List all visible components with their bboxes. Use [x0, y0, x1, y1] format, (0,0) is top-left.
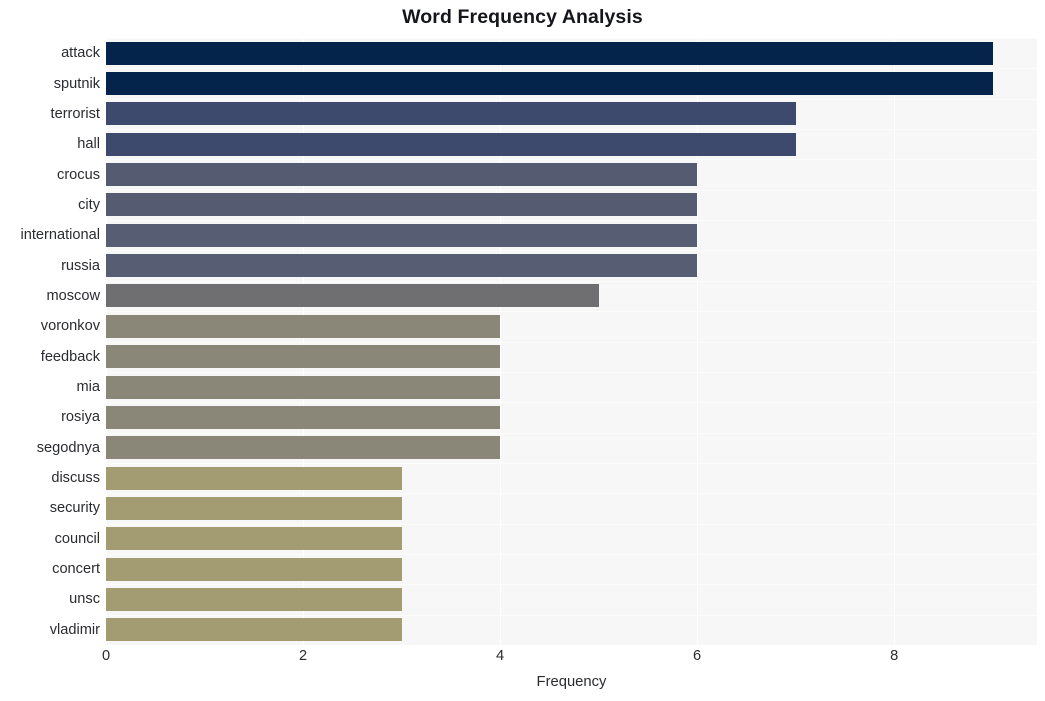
x-axis-tick-label: 0: [101, 648, 111, 664]
bar: [106, 527, 402, 551]
bar: [106, 466, 402, 490]
bar: [106, 405, 501, 429]
y-axis-tick-label: crocus: [57, 166, 100, 183]
y-axis-tick-label: feedback: [40, 348, 100, 365]
bar: [106, 345, 501, 369]
bar: [106, 557, 402, 581]
gridline-horizontal: [106, 68, 1037, 70]
y-axis-tick-labels: attack sputnik terrorist hall crocus city inte…: [0, 38, 100, 645]
gridline-horizontal: [106, 98, 1037, 100]
gridline-horizontal: [106, 220, 1037, 222]
gridline-horizontal: [106, 553, 1037, 555]
gridline-horizontal: [106, 189, 1037, 191]
gridline-horizontal: [106, 614, 1037, 616]
y-axis-tick-label: security: [49, 500, 100, 517]
bar: [106, 496, 402, 520]
bar: [106, 41, 993, 65]
y-axis-tick-label: hall: [77, 136, 100, 153]
bar: [106, 72, 993, 96]
page-title: Word Frequency Analysis: [402, 6, 643, 28]
bar: [106, 314, 501, 338]
gridline-horizontal: [106, 129, 1037, 131]
x-axis-tick-label: 6: [693, 648, 702, 664]
bar: [106, 254, 698, 278]
y-axis-tick-label: discuss: [51, 470, 100, 487]
y-axis-tick-label: russia: [61, 257, 100, 274]
y-axis-tick-label: vladimir: [49, 621, 100, 638]
gridline-horizontal: [106, 584, 1037, 586]
bar: [106, 436, 501, 460]
y-axis-tick-label: international: [20, 227, 100, 244]
bar: [106, 587, 402, 611]
bar: [106, 284, 599, 308]
gridline-horizontal: [106, 159, 1037, 161]
gridline-horizontal: [106, 402, 1037, 404]
plot-area: [106, 38, 1037, 645]
gridline-horizontal: [106, 371, 1037, 373]
y-axis-tick-label: mia: [76, 379, 100, 396]
word-frequency-chart-figure: Word Frequency Analysis attack sputnik ter…: [0, 0, 1045, 701]
y-axis-tick-label: moscow: [46, 287, 100, 304]
y-axis-tick-label: voronkov: [40, 318, 100, 335]
bar: [106, 375, 501, 399]
y-axis-tick-label: segodnya: [36, 439, 100, 456]
gridline-horizontal: [106, 493, 1037, 495]
gridline-horizontal: [106, 432, 1037, 434]
x-axis-title: Frequency: [536, 674, 607, 690]
x-axis-tick-labels: 0 2 4 6 8: [0, 648, 1045, 674]
y-axis-tick-label: rosiya: [61, 409, 100, 426]
y-axis-tick-label: unsc: [69, 591, 100, 608]
x-axis-tick-label: 4: [496, 648, 505, 664]
bar: [106, 163, 698, 187]
y-axis-tick-label: council: [54, 530, 100, 547]
bar: [106, 223, 698, 247]
gridline-horizontal: [106, 462, 1037, 464]
y-axis-tick-label: city: [78, 196, 100, 213]
gridline-horizontal: [106, 38, 1037, 39]
y-axis-tick-label: attack: [61, 45, 100, 62]
gridline-horizontal: [106, 341, 1037, 343]
bar: [106, 618, 402, 642]
x-axis-tick-label: 8: [890, 648, 899, 664]
y-axis-tick-label: concert: [52, 561, 100, 578]
y-axis-tick-label: terrorist: [50, 105, 100, 122]
y-axis-tick-label: sputnik: [53, 75, 100, 92]
gridline-horizontal: [106, 280, 1037, 282]
bar: [106, 132, 796, 156]
gridline-horizontal: [106, 311, 1037, 313]
x-axis-tick-label: 2: [298, 648, 308, 664]
bar: [106, 102, 796, 126]
gridline-horizontal: [106, 250, 1037, 252]
bar: [106, 193, 698, 217]
gridline-horizontal: [106, 523, 1037, 525]
